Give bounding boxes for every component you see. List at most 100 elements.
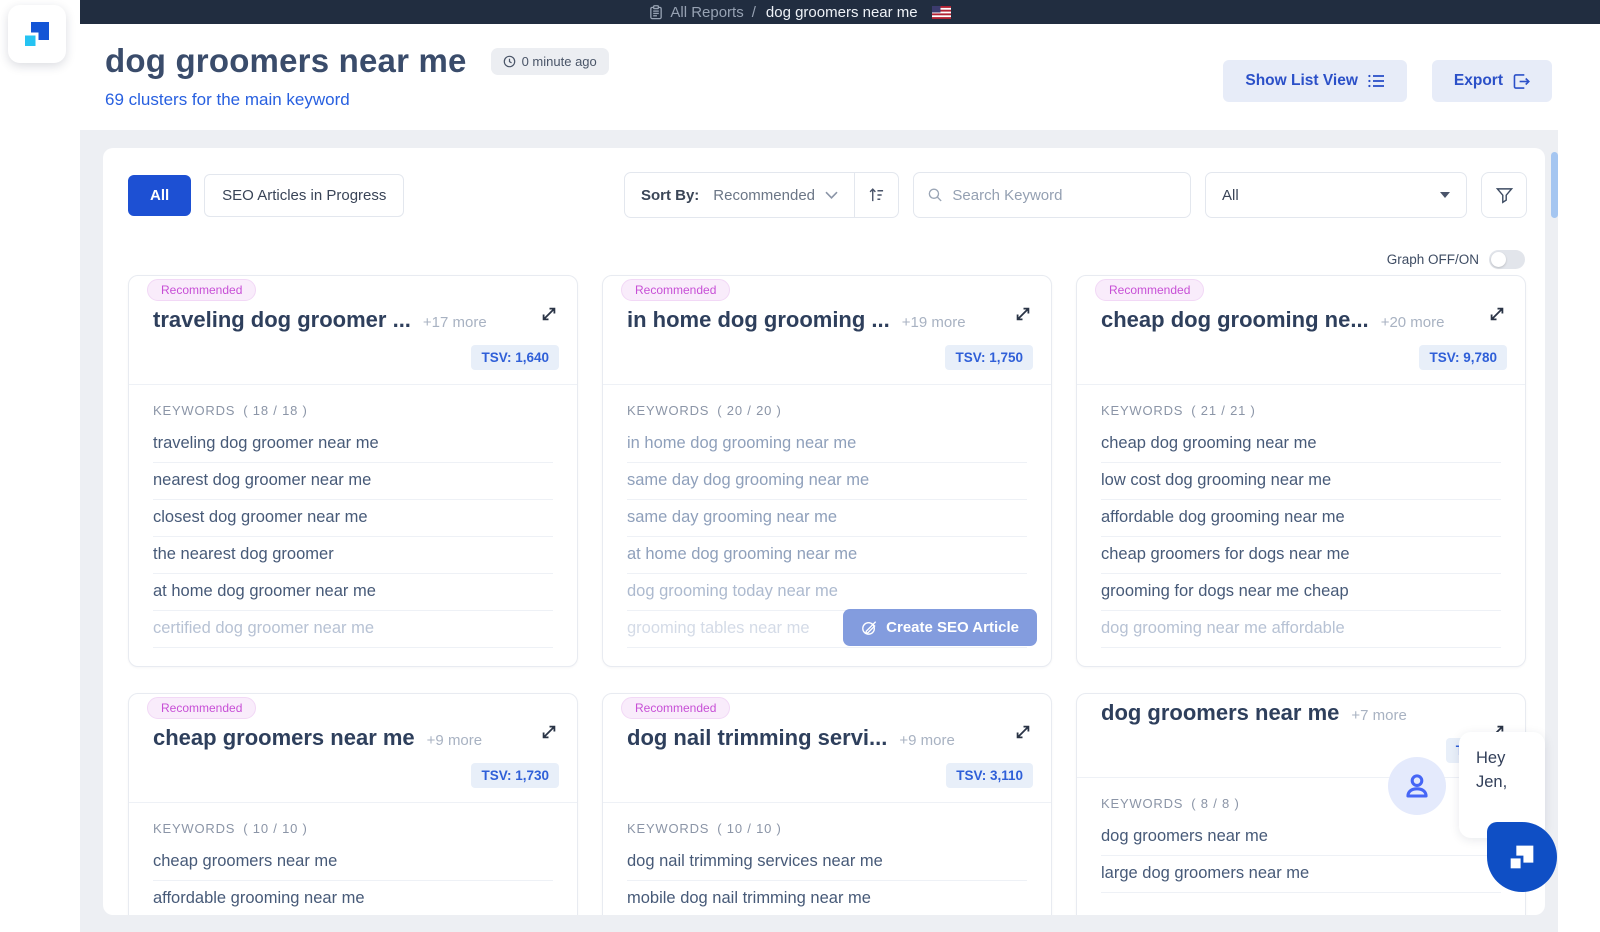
breadcrumb-separator: / [751, 3, 756, 21]
filter-funnel-icon [1495, 187, 1513, 204]
keyword-item: nearest dog groomer near me [153, 463, 553, 500]
keywords-label: KEYWORDS( 18 / 18 ) [153, 403, 308, 418]
cluster-grid: Recommended traveling dog groomer ... +1… [128, 275, 1526, 915]
updated-badge: 0 minute ago [490, 47, 609, 75]
expand-icon[interactable] [1487, 304, 1507, 324]
clusters-summary: 69 clusters for the main keyword [105, 90, 350, 109]
keyword-list: dog groomers near me large dog groomers n… [1101, 819, 1501, 893]
keyword-item: dog grooming near me affordable [1101, 611, 1501, 648]
expand-icon[interactable] [539, 722, 559, 742]
more-keywords-count: +20 more [1380, 314, 1445, 331]
expand-icon[interactable] [1013, 722, 1033, 742]
cluster-card[interactable]: Recommended in home dog grooming ... +19… [602, 275, 1052, 667]
more-keywords-count: +19 more [901, 314, 966, 331]
greeting-line1: Hey [1476, 749, 1506, 767]
sort-direction-button[interactable] [854, 173, 898, 217]
recommended-badge: Recommended [1095, 279, 1205, 301]
recommended-badge: Recommended [621, 279, 731, 301]
filter-funnel-button[interactable] [1481, 172, 1527, 218]
brand-logo-icon [1510, 845, 1534, 869]
export-icon [1513, 73, 1530, 89]
assistant-avatar[interactable] [1388, 757, 1446, 815]
category-select[interactable]: All [1205, 172, 1467, 218]
person-icon [1406, 774, 1428, 798]
keyword-item: affordable grooming near me [153, 881, 553, 915]
app-logo[interactable] [8, 5, 66, 63]
keyword-item: mobile dog nail trimming near me [627, 881, 1027, 915]
keywords-count: ( 20 / 20 ) [717, 403, 782, 418]
keyword-item: dog groomers near me [1101, 819, 1501, 856]
keyword-item: same day dog grooming near me [627, 463, 1027, 500]
keyword-item: cheap dog grooming near me [1101, 426, 1501, 463]
search-box [913, 172, 1191, 218]
graph-toggle-label: Graph OFF/ON [1386, 252, 1479, 267]
cluster-title: cheap dog grooming ne... [1101, 307, 1369, 332]
greeting-line2: Jen, [1476, 773, 1508, 791]
show-list-view-button[interactable]: Show List View [1223, 60, 1407, 102]
cluster-card[interactable]: Recommended traveling dog groomer ... +1… [128, 275, 578, 667]
search-keyword-input[interactable] [952, 186, 1176, 204]
category-select-value: All [1222, 186, 1239, 204]
keyword-item: dog grooming today near me [627, 574, 1027, 611]
toolbar: All SEO Articles in Progress Sort By: Re… [128, 172, 1527, 218]
keyword-item: affordable dog grooming near me [1101, 500, 1501, 537]
cluster-title: cheap groomers near me [153, 725, 415, 750]
keyword-list: cheap dog grooming near me low cost dog g… [1101, 426, 1501, 648]
cluster-title: dog groomers near me [1101, 700, 1340, 725]
keyword-item: large dog groomers near me [1101, 856, 1501, 893]
tsv-badge: TSV: 1,730 [471, 763, 559, 788]
sort-group: Sort By: Recommended [623, 172, 899, 218]
brand-logo-icon [25, 22, 49, 46]
create-seo-article-button[interactable]: Create SEO Article [843, 609, 1037, 646]
top-bar: All Reports / dog groomers near me [0, 0, 1600, 24]
keyword-item: cheap groomers near me [153, 844, 553, 881]
keyword-item: cheap groomers for dogs near me [1101, 537, 1501, 574]
keyword-item: certified dog groomer near me [153, 611, 553, 648]
scrollbar-thumb[interactable] [1551, 152, 1558, 218]
keyword-item: grooming for dogs near me cheap [1101, 574, 1501, 611]
recommended-badge: Recommended [147, 697, 257, 719]
keywords-count: ( 18 / 18 ) [243, 403, 308, 418]
keywords-count: ( 10 / 10 ) [243, 821, 308, 836]
keyword-list: traveling dog groomer near me nearest dog… [153, 426, 553, 648]
cluster-card[interactable]: Recommended dog nail trimming servi... +… [602, 693, 1052, 915]
keywords-label: KEYWORDS( 10 / 10 ) [153, 821, 308, 836]
assistant-launcher-button[interactable] [1487, 822, 1557, 892]
clock-icon [503, 55, 515, 67]
clipboard-icon [650, 4, 663, 19]
graph-toggle-switch[interactable] [1489, 250, 1525, 269]
breadcrumb-current: dog groomers near me [765, 3, 918, 21]
filter-all-button[interactable]: All [128, 174, 192, 216]
keywords-count: ( 21 / 21 ) [1191, 403, 1256, 418]
cluster-card[interactable]: Recommended cheap dog grooming ne... +20… [1076, 275, 1526, 667]
keyword-item: closest dog groomer near me [153, 500, 553, 537]
page-title: dog groomers near me [105, 42, 467, 79]
breadcrumb-all-reports[interactable]: All Reports [649, 4, 744, 21]
clusters-panel: All SEO Articles in Progress Sort By: Re… [103, 148, 1545, 915]
more-keywords-count: +9 more [899, 732, 955, 749]
sort-by-dropdown[interactable]: Sort By: Recommended [625, 173, 854, 217]
recommended-badge: Recommended [147, 279, 257, 301]
filter-seo-articles-button[interactable]: SEO Articles in Progress [204, 173, 405, 217]
more-keywords-count: +9 more [426, 732, 483, 749]
expand-icon[interactable] [539, 304, 559, 324]
export-button[interactable]: Export [1431, 60, 1552, 102]
more-keywords-count: +7 more [1351, 707, 1407, 724]
keyword-item: same day grooming near me [627, 500, 1027, 537]
expand-icon[interactable] [1013, 304, 1033, 324]
keywords-label: KEYWORDS( 10 / 10 ) [627, 821, 782, 836]
main-area: All SEO Articles in Progress Sort By: Re… [80, 130, 1600, 932]
chevron-down-icon [825, 191, 838, 199]
keyword-item: at home dog grooming near me [627, 537, 1027, 574]
cluster-card[interactable]: Recommended cheap groomers near me +9 mo… [128, 693, 578, 915]
pen-icon [862, 620, 877, 635]
keyword-item: in home dog grooming near me [627, 426, 1027, 463]
sort-by-value: Recommended [713, 186, 815, 204]
left-sidebar-strip [0, 0, 80, 932]
tsv-badge: TSV: 3,110 [946, 763, 1033, 788]
list-icon [1368, 74, 1384, 88]
keywords-label: KEYWORDS( 20 / 20 ) [627, 403, 782, 418]
keyword-item: traveling dog groomer near me [153, 426, 553, 463]
keyword-item: dog nail trimming services near me [627, 844, 1027, 881]
page-header: dog groomers near me 0 minute ago 69 clu… [80, 24, 1600, 130]
